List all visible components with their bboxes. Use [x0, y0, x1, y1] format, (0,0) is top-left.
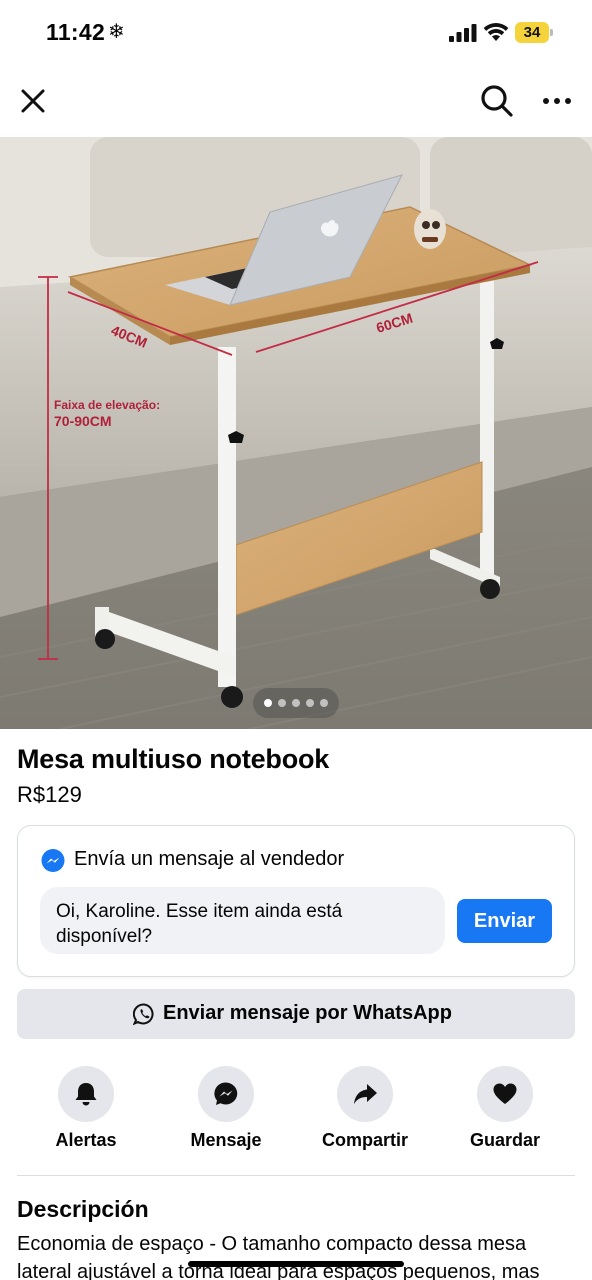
save-action[interactable]: Guardar [435, 1066, 575, 1156]
top-nav-bar [0, 66, 592, 136]
listing-title: Mesa multiuso notebook [17, 744, 330, 774]
pager-dot[interactable] [264, 699, 272, 707]
home-indicator[interactable] [188, 1261, 404, 1267]
message-action[interactable]: Mensaje [156, 1066, 296, 1156]
heart-icon [493, 1083, 517, 1104]
message-card-header: Envía un mensaje al vendedor [74, 848, 345, 870]
whatsapp-button-label: Enviar mensaje por WhatsApp [163, 1002, 452, 1024]
cellular-signal-icon [449, 24, 477, 42]
message-input[interactable]: Oi, Karoline. Esse item ainda está dispo… [40, 887, 445, 954]
pager-dot[interactable] [278, 699, 286, 707]
whatsapp-icon [133, 1003, 154, 1025]
pager-dot[interactable] [320, 699, 328, 707]
description-title: Descripción [17, 1196, 149, 1222]
alerts-action[interactable]: Alertas [16, 1066, 156, 1156]
message-label: Mensaje [190, 1130, 262, 1150]
pager-dot[interactable] [306, 699, 314, 707]
message-seller-card: Envía un mensaje al vendedor Oi, Karolin… [17, 825, 575, 977]
wifi-icon [483, 23, 509, 41]
listing-price: R$129 [17, 782, 82, 807]
description-text: Economia de espaço - O tamanho compacto … [17, 1233, 540, 1280]
photo-label-height-2: 70-90CM [54, 413, 112, 429]
whatsapp-button[interactable]: Enviar mensaje por WhatsApp [17, 989, 575, 1039]
photo-label-height-1: Faixa de elevação: [54, 398, 160, 412]
bell-icon [75, 1083, 97, 1106]
pager-dot[interactable] [292, 699, 300, 707]
messenger-icon [214, 1082, 238, 1105]
share-icon [354, 1084, 377, 1104]
battery-icon: 34 [515, 22, 553, 43]
send-button[interactable]: Enviar [457, 899, 552, 943]
search-icon[interactable] [480, 84, 514, 118]
product-photo[interactable]: 40CM 60CM Faixa de elevação: 70-90CM [0, 137, 592, 729]
messenger-icon [41, 849, 65, 872]
snowflake-icon: ❄ [108, 21, 125, 43]
more-icon[interactable] [540, 90, 574, 112]
save-label: Guardar [469, 1130, 541, 1150]
divider [17, 1175, 575, 1176]
status-time: 11:42 [46, 19, 106, 45]
battery-level: 34 [515, 22, 549, 43]
close-icon[interactable] [18, 86, 48, 116]
alerts-label: Alertas [55, 1130, 117, 1150]
photo-pager[interactable] [253, 688, 339, 718]
share-label: Compartir [321, 1130, 408, 1150]
status-bar: 11:42 ❄ 34 [0, 0, 592, 66]
share-action[interactable]: Compartir [295, 1066, 435, 1156]
